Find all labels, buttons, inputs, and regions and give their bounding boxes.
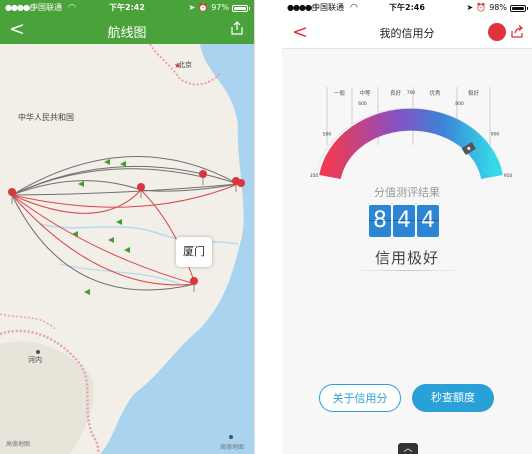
location-icon: ➤ (466, 3, 474, 12)
location-icon: ➤ (188, 3, 196, 12)
share-icon[interactable] (510, 25, 524, 39)
chevron-up-icon[interactable]: ︿ (398, 443, 418, 454)
score-digit: 8 (369, 205, 391, 237)
gauge-band-label: 极好 (468, 89, 480, 97)
city-callout[interactable]: 厦门 (176, 237, 212, 267)
gauge-tick-label: 700 (407, 90, 416, 96)
battery-percent: 98% (489, 3, 507, 12)
province-label: 河内 (28, 356, 42, 364)
page-title: 航线图 (107, 26, 147, 41)
share-icon[interactable] (230, 21, 244, 35)
status-bar: ●●●●○ 中国联通 ◠ 下午2:46 ➤ ⏰ 98% (282, 0, 532, 16)
gauge-tick-label: 900 (491, 132, 500, 138)
route-map-screen: ●●●●○ 中国联通 ◠ 下午2:42 ➤ ⏰ 97% < 航线图 ★ 中华人民… (0, 0, 255, 454)
gauge-tick-label: 600 (358, 101, 367, 107)
about-credit-button[interactable]: 关于信用分 (319, 384, 401, 412)
score-digit: 4 (417, 205, 439, 237)
nav-bar: < 我的信用分 (282, 16, 532, 49)
level-divider (350, 270, 466, 271)
land-south (0, 341, 94, 454)
gauge-tick-label: 800 (455, 101, 464, 107)
nav-bar: < 航线图 (0, 16, 254, 44)
gauge-band-label: 中等 (359, 89, 371, 97)
credit-score-screen: ●●●●○ 中国联通 ◠ 下午2:46 ➤ ⏰ 98% < 我的信用分 一般 中… (282, 0, 532, 454)
alarm-icon: ⏰ (476, 3, 487, 12)
check-quota-button[interactable]: 秒查额度 (412, 384, 494, 412)
score-display: 8 4 4 (369, 205, 439, 237)
country-label: 中华人民共和国 (18, 113, 74, 122)
credit-gauge: 一般 中等 良好 优秀 极好 350 500 600 700 800 900 950 (310, 87, 513, 180)
score-digit: 4 (393, 205, 415, 237)
gauge-tick-label: 350 (310, 173, 319, 179)
battery-icon (510, 4, 528, 12)
map-view[interactable]: ★ 中华人民共和国 北京 河内 高德地图 高德地图 (0, 44, 254, 454)
route-lines-red (11, 183, 239, 286)
map-watermark-right: 高德地图 (219, 444, 244, 451)
gauge-tick-label: 950 (504, 173, 513, 179)
battery-percent: 97% (211, 3, 229, 12)
capital-label: 北京 (178, 61, 192, 69)
gauge-tick-label: 500 (323, 132, 332, 138)
gauge-band-label: 优秀 (429, 89, 441, 97)
battery-icon (232, 4, 250, 12)
status-bar: ●●●●○ 中国联通 ◠ 下午2:42 ➤ ⏰ 97% (0, 0, 254, 16)
result-label: 分值测评结果 (374, 186, 440, 199)
alarm-icon: ⏰ (198, 3, 209, 12)
map-watermark-left: 高德地图 (6, 441, 31, 448)
border-line (0, 313, 56, 330)
gauge-band-label: 一般 (334, 89, 346, 97)
avatar-icon[interactable] (488, 23, 506, 41)
gauge-band-label: 良好 (390, 89, 402, 97)
credit-level: 信用极好 (374, 249, 439, 267)
